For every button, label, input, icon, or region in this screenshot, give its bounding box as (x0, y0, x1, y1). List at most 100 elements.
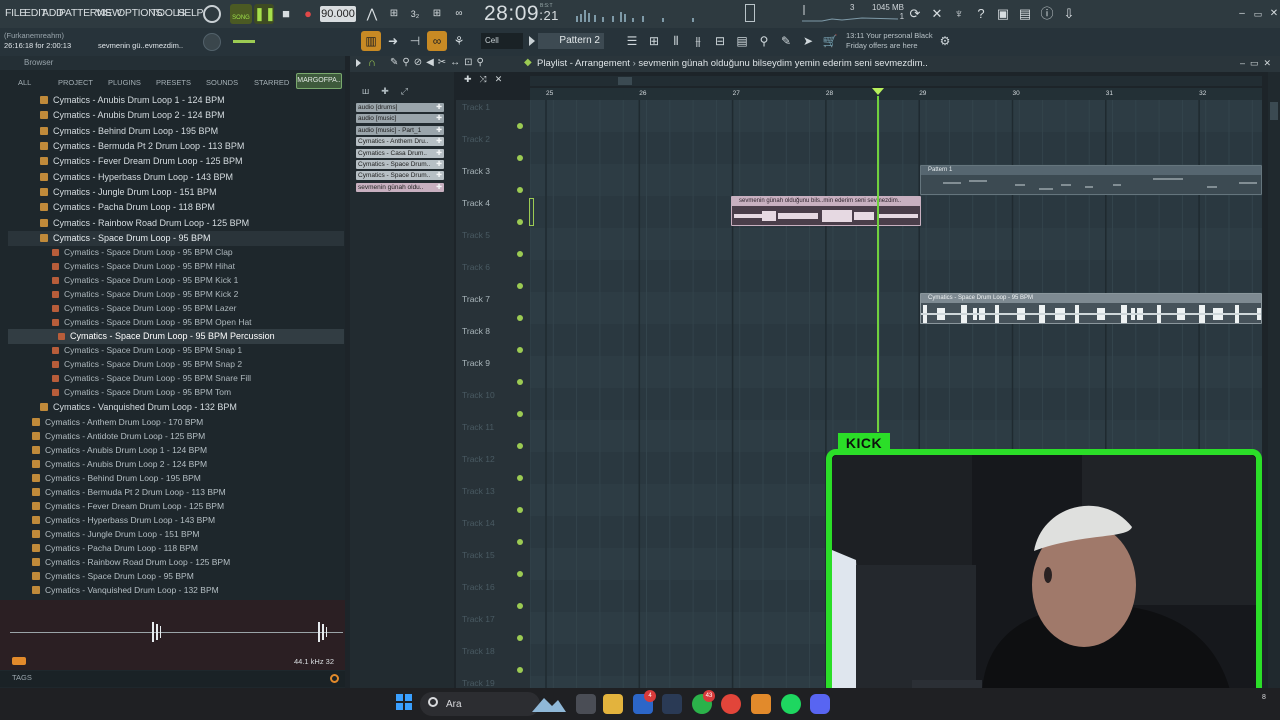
add-pattern-icon[interactable]: ✚ (436, 126, 442, 135)
browser-sample-row[interactable]: Cymatics - Space Drum Loop - 95 BPM Perc… (58, 329, 275, 343)
browser-folder-row[interactable]: Cymatics - Vanquished Drum Loop - 132 BP… (40, 400, 237, 414)
browser-sample-row[interactable]: Cymatics - Space Drum Loop - 95 BPM Tom (52, 385, 231, 399)
step-edit-icon[interactable]: ⊞ (427, 4, 447, 24)
clip-vocal[interactable]: sevmenin günah olduğunu bils..min ederim… (731, 196, 921, 226)
pattern-picker-item[interactable]: Cymatics - Space Drum.. ✚ (356, 160, 444, 169)
browser-folder-row[interactable]: Cymatics - Vanquished Drum Loop - 132 BP… (32, 583, 219, 597)
add-pattern-icon[interactable]: ✚ (436, 149, 442, 158)
pattern-picker-item[interactable]: sevmenin günah oldu.. ✚ (356, 182, 444, 192)
mountain-widget-icon[interactable] (532, 694, 566, 714)
track-header-label[interactable]: Track 1 (462, 102, 490, 112)
playlist-icon[interactable]: ☰ (622, 31, 642, 51)
track-header-label[interactable]: Track 2 (462, 134, 490, 144)
browser-folder-row[interactable]: Cymatics - Pacha Drum Loop - 118 BPM (40, 200, 215, 214)
browser-folder-row[interactable]: Cymatics - Bermuda Pt 2 Drum Loop - 113 … (32, 485, 226, 499)
vertical-scrollbar[interactable] (1268, 72, 1280, 688)
track-header-label[interactable]: Track 6 (462, 262, 490, 272)
countdown-icon[interactable]: 3₂ (405, 4, 425, 24)
cart-icon[interactable]: 🛒 (820, 31, 840, 51)
track-mute-led[interactable] (517, 571, 523, 577)
close-icon[interactable]: ✕ (1264, 4, 1280, 24)
browser-folder-row[interactable]: Cymatics - Jungle Drum Loop - 151 BPM (32, 527, 199, 541)
microphone-icon[interactable]: ♆ (949, 4, 969, 24)
playlist-window-controls[interactable]: –▭✕ (1240, 58, 1276, 69)
pattern-picker-item[interactable]: Cymatics - Anthem Dru.. ✚ (356, 137, 444, 147)
sliders-icon[interactable]: ⫵ (688, 31, 708, 51)
fl-studio-taskbar-icon[interactable] (751, 694, 771, 714)
track-header-label[interactable]: Track 4 (462, 198, 490, 208)
snap-select[interactable]: Cell (481, 33, 523, 49)
master-pitch-slider[interactable] (233, 40, 255, 43)
add-pattern-icon[interactable]: ✚ (436, 171, 442, 180)
track-mute-led[interactable] (517, 347, 523, 353)
browser-sample-row[interactable]: Cymatics - Space Drum Loop - 95 BPM Snar… (52, 371, 251, 385)
track-header-label[interactable]: Track 18 (462, 646, 495, 656)
browser-folder-row[interactable]: Cymatics - Bermuda Pt 2 Drum Loop - 113 … (40, 139, 244, 153)
browser-sample-row[interactable]: Cymatics - Space Drum Loop - 95 BPM Clap (52, 245, 233, 259)
track-header-label[interactable]: Track 12 (462, 454, 495, 464)
track-mute-led[interactable] (517, 635, 523, 641)
track-mute-led[interactable] (517, 603, 523, 609)
track-mute-led[interactable] (517, 411, 523, 417)
clip-space-drum-loop[interactable]: Cymatics - Space Drum Loop - 95 BPM (920, 293, 1262, 324)
browser-folder-row[interactable]: Cymatics - Fever Dream Drum Loop - 125 B… (40, 154, 243, 168)
track-mute-led[interactable] (517, 443, 523, 449)
track-header-label[interactable]: Track 19 (462, 678, 495, 688)
playlist-tools-icons[interactable]: ✎⚲⊘◀✂↔⊡⚲ (390, 57, 488, 68)
track-header-label[interactable]: Track 13 (462, 486, 495, 496)
browser-folder-row[interactable]: Cymatics - Jungle Drum Loop - 151 BPM (40, 185, 217, 199)
loop-record-icon[interactable]: ∞ (449, 4, 469, 24)
track-mute-led[interactable] (517, 251, 523, 257)
browser-folder-row[interactable]: Cymatics - Anthem Drum Loop - 170 BPM (32, 415, 203, 429)
browser-folder-row[interactable]: Cymatics - Anubis Drum Loop 2 - 124 BPM (32, 457, 207, 471)
browser-folder-row[interactable]: Cymatics - Antidote Drum Loop - 125 BPM (32, 429, 205, 443)
pattern-selector[interactable]: Pattern 2 (538, 33, 604, 49)
tab-margofpa[interactable]: MARGOFPA.. (296, 73, 342, 89)
browser-folder-row[interactable]: Cymatics - Space Drum Loop - 95 BPM (32, 569, 194, 583)
track-mute-led[interactable] (517, 155, 523, 161)
browser-folder-row[interactable]: Cymatics - Hyperbass Drum Loop - 143 BPM (40, 170, 233, 184)
tags-search-icon[interactable] (330, 674, 339, 683)
tab-plugins[interactable]: PLUGINS (108, 78, 141, 87)
preview-play-icon[interactable] (12, 657, 26, 665)
tempo-display[interactable]: 90.000 (320, 6, 356, 22)
tab-project[interactable]: PROJECT (58, 78, 93, 87)
track-mute-led[interactable] (517, 475, 523, 481)
add-pattern-icon[interactable]: ✚ (436, 103, 442, 112)
tools-icon[interactable]: ✕ (927, 4, 947, 24)
send-icon[interactable]: ➤ (798, 31, 818, 51)
track-header-label[interactable]: Track 3 (462, 166, 490, 176)
browser-icon[interactable]: ⊟ (710, 31, 730, 51)
playlist-menu-arrow-icon[interactable] (356, 59, 361, 67)
track-header-label[interactable]: Track 10 (462, 390, 495, 400)
record-icon[interactable]: ● (298, 4, 318, 24)
track-mute-led[interactable] (517, 315, 523, 321)
download-icon[interactable]: ⇩ (1059, 4, 1079, 24)
track-header-label[interactable]: Track 17 (462, 614, 495, 624)
pattern-picker-item[interactable]: audio [music] - Part_1 ✚ (356, 125, 444, 135)
browser-folder-row[interactable]: Cymatics - Behind Drum Loop - 195 BPM (32, 471, 201, 485)
file-explorer-icon[interactable] (603, 694, 623, 714)
track-header-label[interactable]: Track 14 (462, 518, 495, 528)
add-pattern-icon[interactable]: ✚ (436, 183, 442, 192)
pitch-knob[interactable] (203, 33, 221, 51)
browser-folder-row[interactable]: Cymatics - Rainbow Road Drum Loop - 125 … (32, 555, 230, 569)
snap-magnet-icon[interactable]: ∩ (368, 57, 376, 69)
piano-roll-icon[interactable]: ▥ (361, 31, 381, 51)
wait-record-icon[interactable]: ⊞ (384, 4, 404, 24)
channel-rack-icon[interactable]: ⊞ (644, 31, 664, 51)
master-volume-knob[interactable] (203, 5, 221, 23)
task-view-icon[interactable] (576, 694, 596, 714)
tab-presets[interactable]: PRESETS (156, 78, 191, 87)
news-ticker[interactable]: 13:11 Your personal Black Friday offers … (846, 31, 933, 51)
help-icon[interactable]: ? (971, 4, 991, 24)
track-mute-led[interactable] (517, 379, 523, 385)
clip-pattern1[interactable]: Pattern 1 (920, 165, 1262, 195)
track-header-label[interactable]: Track 11 (462, 422, 494, 432)
browser-sample-row[interactable]: Cymatics - Space Drum Loop - 95 BPM Open… (52, 315, 252, 329)
browser-sample-row[interactable]: Cymatics - Space Drum Loop - 95 BPM Hiha… (52, 259, 235, 273)
menu-help[interactable]: HELP (177, 7, 204, 19)
stamp-icon[interactable]: ⚘ (449, 31, 469, 51)
track-header-label[interactable]: Track 9 (462, 358, 490, 368)
windows-start-icon[interactable] (396, 694, 412, 710)
